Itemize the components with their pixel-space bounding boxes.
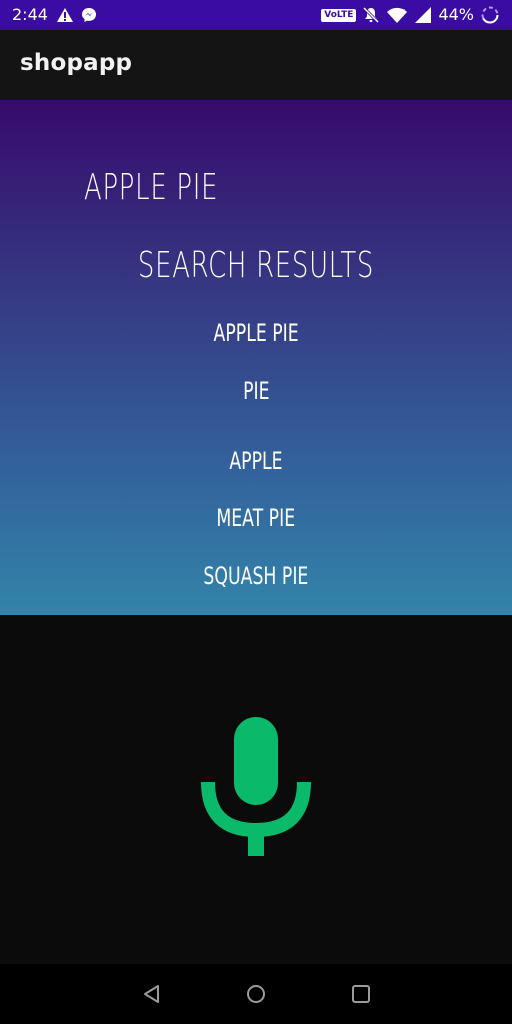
status-bar: 2:44 VoLTE x 44% bbox=[0, 0, 512, 30]
microphone-button[interactable] bbox=[196, 710, 316, 860]
status-system-icons: VoLTE x 44% bbox=[321, 5, 500, 25]
result-item-label: APPLE bbox=[229, 447, 283, 475]
app-screen: 2:44 VoLTE x 44% shopapp APPLE PIE SEARC… bbox=[0, 0, 512, 1024]
result-item-apple-pie[interactable]: APPLE PIE bbox=[0, 318, 512, 348]
messenger-icon bbox=[82, 8, 96, 22]
result-item-label: MEAT PIE bbox=[216, 504, 296, 532]
battery-percent: 44% bbox=[438, 5, 474, 24]
warning-icon bbox=[57, 8, 73, 22]
volte-badge: VoLTE bbox=[321, 8, 357, 22]
search-results-heading: SEARCH RESULTS bbox=[0, 244, 512, 288]
mute-icon bbox=[363, 6, 380, 24]
search-results-heading-label: SEARCH RESULTS bbox=[137, 245, 375, 286]
result-item-meat-pie[interactable]: MEAT PIE bbox=[0, 503, 512, 533]
home-icon[interactable] bbox=[244, 982, 268, 1006]
voice-input-area bbox=[0, 615, 512, 964]
microphone-icon bbox=[201, 717, 311, 856]
search-results-panel: APPLE PIE SEARCH RESULTS APPLE PIE PIE A… bbox=[0, 100, 512, 615]
svg-text:x: x bbox=[401, 7, 405, 15]
result-item-label: PIE bbox=[242, 377, 270, 405]
result-item-label: SQUASH PIE bbox=[203, 562, 309, 590]
recents-icon[interactable] bbox=[349, 982, 373, 1006]
result-item-pie[interactable]: PIE bbox=[0, 376, 512, 406]
app-title: shopapp bbox=[20, 50, 133, 76]
app-bar: shopapp bbox=[0, 30, 512, 100]
result-item-squash-pie[interactable]: SQUASH PIE bbox=[0, 561, 512, 591]
result-item-label: APPLE PIE bbox=[213, 319, 299, 347]
status-time: 2:44 bbox=[12, 5, 48, 24]
back-icon[interactable] bbox=[140, 982, 164, 1006]
signal-icon bbox=[415, 7, 432, 23]
wifi-icon: x bbox=[387, 7, 408, 23]
recognized-query: APPLE PIE bbox=[84, 167, 219, 208]
status-notification-icons bbox=[56, 5, 98, 25]
result-item-apple[interactable]: APPLE bbox=[0, 446, 512, 476]
navigation-bar bbox=[0, 964, 512, 1024]
battery-icon bbox=[481, 6, 499, 24]
